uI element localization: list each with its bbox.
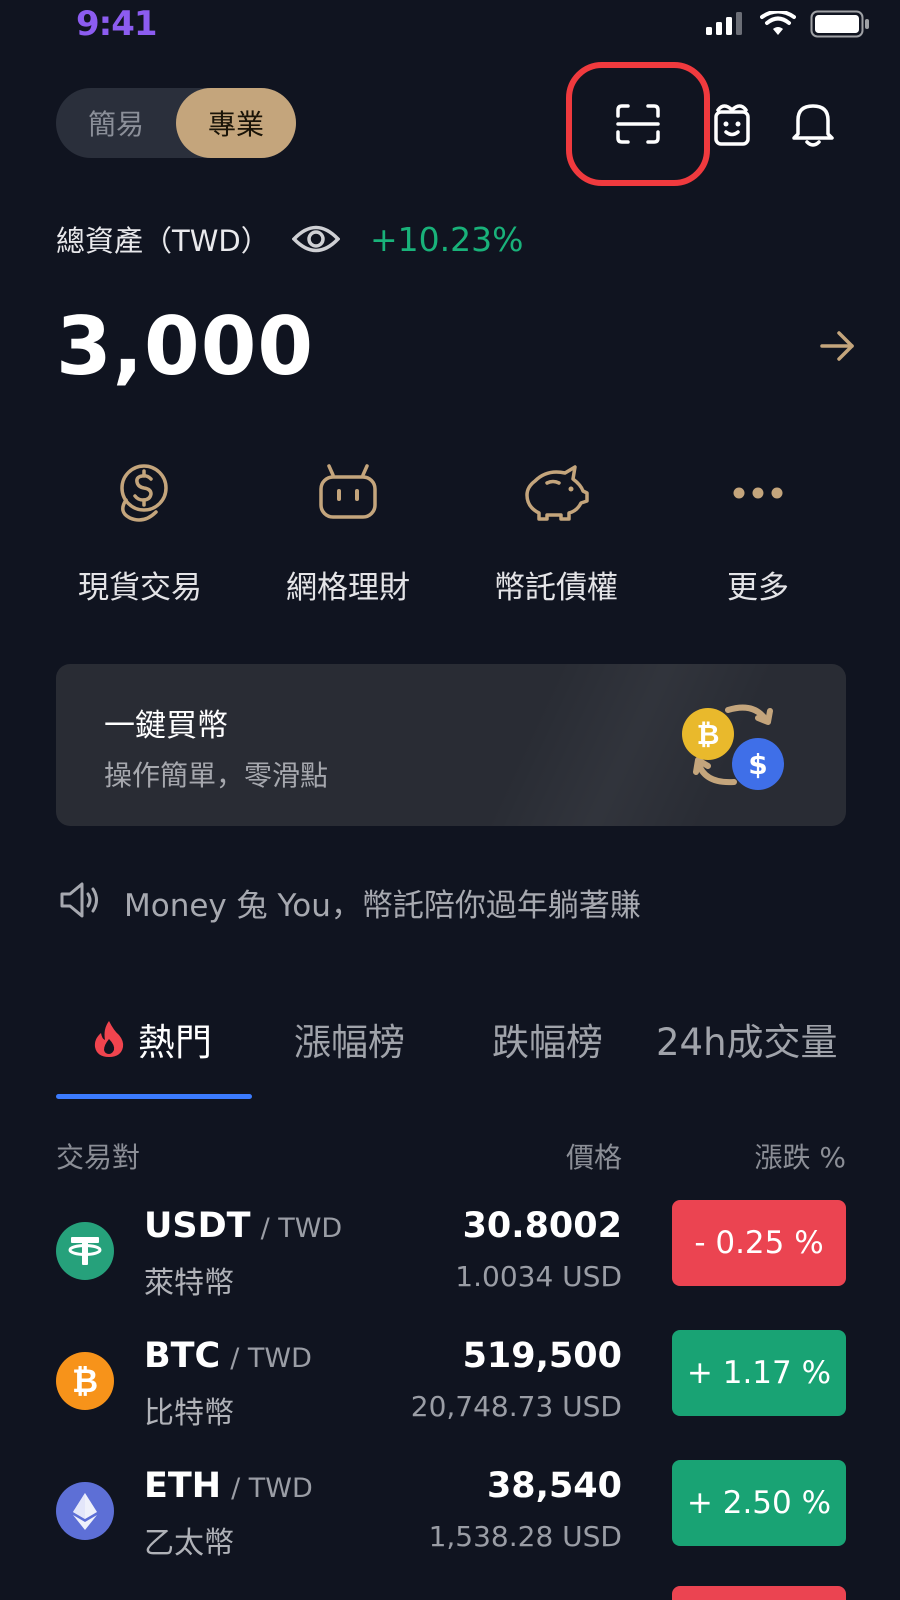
coins-icon (120, 464, 168, 522)
quick-action-lending[interactable]: 幣託債權 (466, 458, 646, 607)
scan-icon (616, 104, 660, 144)
quote-currency: / TWD (260, 1213, 343, 1244)
status-icons (704, 10, 870, 38)
coin-name: 乙太幣 (144, 1526, 234, 1561)
coin-symbol: ETH (144, 1466, 222, 1506)
quick-action-label: 更多 (727, 570, 789, 606)
quote-currency: / TWD (230, 1343, 312, 1374)
coin-name: 萊特幣 (144, 1266, 234, 1301)
coin-price: 38,540 (486, 1466, 622, 1506)
quote-currency: / TWD (231, 1473, 313, 1504)
table-row[interactable]: ETH / TWD 乙太幣 38,540 1,538.28 USD + 2.50 … (0, 1456, 900, 1586)
gift-icon (714, 104, 750, 146)
coin-price: 519,500 (462, 1336, 622, 1376)
assets-detail-button[interactable] (820, 330, 856, 366)
announcement-text[interactable]: Money 兔 You，幣託陪你過年躺著賺 (124, 880, 641, 925)
coin-price: 30.8002 (462, 1206, 622, 1246)
bell-icon (792, 104, 834, 147)
tab-gainers[interactable]: 漲幅榜 (294, 1012, 405, 1066)
piggy-bank-icon (525, 465, 589, 521)
total-assets-label: 總資產（TWD） (56, 224, 270, 258)
header-pair: 交易對 (56, 1141, 141, 1174)
eth-icon (56, 1482, 114, 1540)
svg-text:₿: ₿ (697, 718, 720, 751)
quick-action-label: 幣託債權 (494, 570, 618, 606)
coin-price-usd: 1.0034 USD (455, 1260, 622, 1293)
mode-simple-option[interactable]: 簡易 (56, 88, 176, 158)
notifications-button[interactable] (790, 98, 836, 152)
tab-losers[interactable]: 跌幅榜 (492, 1012, 603, 1066)
mode-toggle[interactable]: 簡易 專業 (56, 88, 296, 158)
eye-icon (291, 225, 341, 253)
more-icon (733, 487, 783, 499)
status-time: 9:41 (76, 4, 158, 44)
quick-action-more[interactable]: 更多 (668, 458, 848, 607)
next-row-change-badge[interactable] (672, 1586, 846, 1600)
battery-icon (810, 10, 869, 38)
table-row[interactable]: USDT / TWD 萊特幣 30.8002 1.0034 USD - 0.25 … (0, 1196, 900, 1326)
quick-action-label: 網格理財 (286, 570, 410, 606)
mode-pro-option[interactable]: 專業 (176, 88, 296, 158)
signal-icon (706, 12, 742, 35)
svg-text:$: $ (748, 748, 767, 781)
robot-icon (319, 464, 377, 519)
speaker-icon (58, 880, 102, 924)
quick-buy-banner[interactable]: 一鍵買幣 操作簡單，零滑點 ₿ $ (56, 664, 846, 826)
table-row[interactable]: ₿ BTC / TWD 比特幣 519,500 20,748.73 USD + 1… (0, 1326, 900, 1456)
tab-volume[interactable]: 24h成交量 (656, 1012, 838, 1066)
coin-price-usd: 20,748.73 USD (410, 1390, 622, 1423)
total-assets-value: 3,000 (56, 300, 315, 393)
coin-symbol: USDT (144, 1206, 251, 1246)
coin-price-usd: 1,538.28 USD (428, 1520, 622, 1553)
change-badge[interactable]: - 0.25 % (672, 1200, 846, 1286)
quick-action-label: 現貨交易 (78, 570, 202, 606)
quick-action-grid-finance[interactable]: 網格理財 (258, 458, 438, 607)
change-badge[interactable]: + 1.17 % (672, 1330, 846, 1416)
tab-label: 熱門 (138, 1021, 212, 1064)
asset-change-percent: +10.23% (370, 220, 524, 259)
banner-subtitle: 操作簡單，零滑點 (104, 759, 329, 792)
active-tab-indicator (56, 1094, 252, 1099)
banner-title: 一鍵買幣 (104, 708, 228, 744)
header-price: 價格 (565, 1141, 622, 1174)
usdt-icon (56, 1222, 114, 1280)
gift-button[interactable] (712, 98, 752, 152)
coin-exchange-icon: ₿ $ (682, 704, 784, 790)
wifi-icon (760, 11, 796, 35)
scan-button[interactable] (566, 62, 710, 186)
arrow-right-icon (820, 331, 854, 361)
toggle-visibility-button[interactable] (291, 222, 341, 260)
header-change[interactable]: 漲跌 % (754, 1136, 846, 1176)
fire-icon (94, 1021, 124, 1057)
quick-action-spot-trading[interactable]: 現貨交易 (50, 458, 230, 607)
coin-symbol: BTC (144, 1336, 221, 1376)
btc-icon: ₿ (56, 1352, 114, 1410)
coin-name: 比特幣 (144, 1396, 234, 1431)
change-badge[interactable]: + 2.50 % (672, 1460, 846, 1546)
tab-hot[interactable]: 熱門 (92, 1012, 212, 1066)
